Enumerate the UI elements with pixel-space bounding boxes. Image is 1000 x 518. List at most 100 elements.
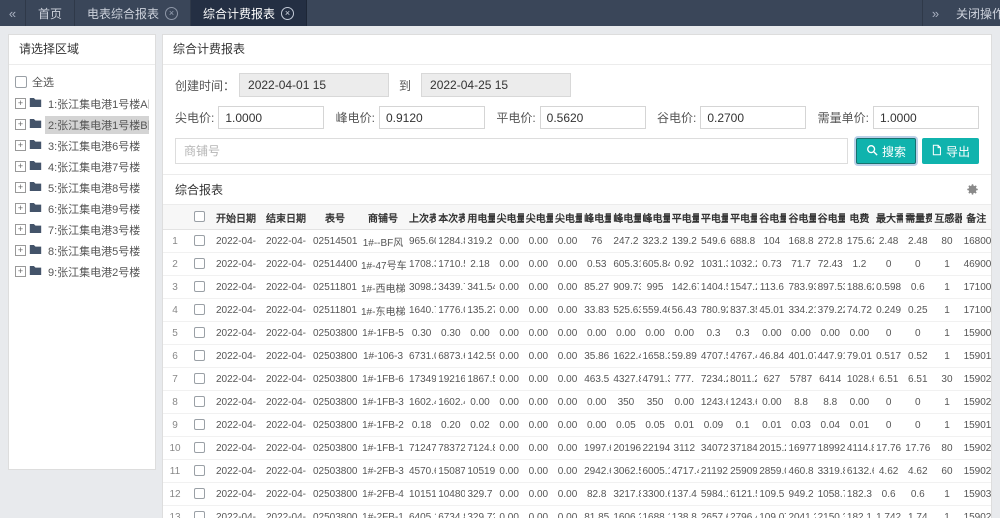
- tree-item[interactable]: 3:张江集电港6号楼: [15, 135, 149, 156]
- row-checkbox[interactable]: [194, 488, 205, 499]
- cell-valley-end: 379.22: [816, 299, 845, 322]
- row-checkbox[interactable]: [194, 258, 205, 269]
- expand-icon[interactable]: [15, 203, 26, 214]
- cell-valley-usage: 109.07: [757, 506, 786, 518]
- cell-sharp-end: 0.00: [553, 391, 582, 414]
- tree-item-label: 3:张江集电港6号楼: [45, 137, 143, 155]
- row-checkbox[interactable]: [194, 419, 205, 430]
- cell-ct-ratio: 1: [932, 414, 961, 437]
- date-from-input[interactable]: [239, 73, 389, 97]
- close-operations-menu[interactable]: 关闭操作: [948, 0, 1000, 26]
- topbar-right: » 关闭操作: [922, 0, 1000, 26]
- select-all-rows-checkbox[interactable]: [194, 211, 205, 222]
- cell-valley-end: 0.00: [816, 322, 845, 345]
- expand-icon[interactable]: [15, 98, 26, 109]
- date-to-input[interactable]: [421, 73, 571, 97]
- tree-item[interactable]: 6:张江集电港9号楼: [15, 198, 149, 219]
- cell-fee: 182.3: [845, 483, 874, 506]
- row-checkbox[interactable]: [194, 465, 205, 476]
- cell-curr-reading: 1602.4: [436, 391, 465, 414]
- row-checkbox[interactable]: [194, 396, 205, 407]
- cell-valley-usage: 0.00: [757, 391, 786, 414]
- cell-shop-no: 1#-1FB-2: [359, 414, 407, 437]
- tree-item[interactable]: 4:张江集电港7号楼: [15, 156, 149, 177]
- price-input[interactable]: [379, 106, 485, 129]
- close-tab-icon[interactable]: [165, 7, 178, 20]
- cell-peak-end: 22194.: [641, 437, 670, 460]
- search-button[interactable]: 搜索: [856, 138, 916, 164]
- cell-peak-end: 3300.6: [641, 483, 670, 506]
- cell-sharp-usage: 0.00: [495, 230, 524, 253]
- tree-item[interactable]: 1:张江集电港1号楼A区: [15, 93, 149, 114]
- cell-peak-start: 4327.8: [611, 368, 640, 391]
- cell-shop-no: 1#-1FB-6: [359, 368, 407, 391]
- expand-icon[interactable]: [15, 245, 26, 256]
- cell-sharp-end: 0.00: [553, 414, 582, 437]
- price-input[interactable]: [540, 106, 646, 129]
- tab[interactable]: 首页: [26, 0, 75, 26]
- tree-item-label: 2:张江集电港1号楼B区: [45, 116, 149, 134]
- expand-icon[interactable]: [15, 224, 26, 235]
- row-checkbox[interactable]: [194, 511, 205, 518]
- tree-item[interactable]: 8:张江集电港5号楼: [15, 240, 149, 261]
- select-all-checkbox[interactable]: [15, 76, 27, 88]
- price-label: 平电价:: [496, 109, 535, 126]
- row-number: 12: [163, 483, 187, 506]
- cell-peak-start: 0.05: [611, 414, 640, 437]
- date-filter-row: 创建时间： 到: [175, 73, 979, 97]
- cell-sharp-start: 0.00: [524, 437, 553, 460]
- tree-item[interactable]: 2:张江集电港1号楼B区: [15, 114, 149, 135]
- cell-prev-reading: 0.18: [407, 414, 436, 437]
- export-button-label: 导出: [946, 143, 970, 160]
- price-input[interactable]: [873, 106, 979, 129]
- cell-flat-usage: 0.00: [670, 391, 699, 414]
- row-number: 4: [163, 299, 187, 322]
- row-checkbox[interactable]: [194, 304, 205, 315]
- expand-icon[interactable]: [15, 266, 26, 277]
- expand-icon[interactable]: [15, 182, 26, 193]
- cell-fee: 1028.6: [845, 368, 874, 391]
- expand-icon[interactable]: [15, 161, 26, 172]
- cell-end-date: 2022-04-: [261, 414, 311, 437]
- row-checkbox[interactable]: [194, 281, 205, 292]
- row-checkbox[interactable]: [194, 327, 205, 338]
- cell-start-date: 2022-04-: [211, 368, 261, 391]
- export-button[interactable]: 导出: [922, 138, 979, 164]
- price-input[interactable]: [218, 106, 324, 129]
- cell-valley-start: 0.03: [786, 414, 815, 437]
- row-checkbox[interactable]: [194, 442, 205, 453]
- scroll-tabs-left-icon[interactable]: «: [0, 0, 26, 26]
- tab[interactable]: 电表综合报表: [75, 0, 191, 26]
- cell-valley-usage: 2015.2: [757, 437, 786, 460]
- expand-icon[interactable]: [15, 119, 26, 130]
- table-row: 7 2022-04- 2022-04- 02503800 1#-1FB-6 17…: [163, 368, 991, 391]
- tree-item[interactable]: 5:张江集电港8号楼: [15, 177, 149, 198]
- gear-icon[interactable]: [966, 183, 979, 196]
- cell-sharp-start: 0.00: [524, 299, 553, 322]
- price-group: 尖电价:: [175, 106, 324, 129]
- cell-max-demand: 0: [874, 322, 903, 345]
- tab[interactable]: 综合计费报表: [191, 0, 307, 26]
- select-all-row[interactable]: 全选: [15, 71, 149, 93]
- tree-item[interactable]: 7:张江集电港3号楼: [15, 219, 149, 240]
- table-row: 11 2022-04- 2022-04- 02503800 1#-2FB-3 4…: [163, 460, 991, 483]
- table-row: 1 2022-04- 2022-04- 02514501 1#--BF风 965…: [163, 230, 991, 253]
- row-checkbox[interactable]: [194, 373, 205, 384]
- tree-item[interactable]: 9:张江集电港2号楼: [15, 261, 149, 282]
- cell-max-demand: 2.48: [874, 230, 903, 253]
- row-checkbox[interactable]: [194, 350, 205, 361]
- cell-sharp-start: 0.00: [524, 230, 553, 253]
- cell-valley-end: 18992.: [816, 437, 845, 460]
- page-body: 请选择区域 全选 1:张江集电港1号楼A区 2: [0, 26, 1000, 518]
- cell-shop-no: 1#-西电梯: [359, 276, 407, 299]
- close-tab-icon[interactable]: [281, 7, 294, 20]
- shop-number-input[interactable]: [175, 138, 848, 164]
- expand-icon[interactable]: [15, 140, 26, 151]
- price-input[interactable]: [700, 106, 806, 129]
- cell-shop-no: 1#-2FB-4: [359, 483, 407, 506]
- row-number: 5: [163, 322, 187, 345]
- scroll-tabs-right-icon[interactable]: »: [922, 0, 948, 26]
- cell-demand-fee: 0.52: [903, 345, 932, 368]
- cell-peak-usage: 0.00: [582, 414, 611, 437]
- row-checkbox[interactable]: [194, 235, 205, 246]
